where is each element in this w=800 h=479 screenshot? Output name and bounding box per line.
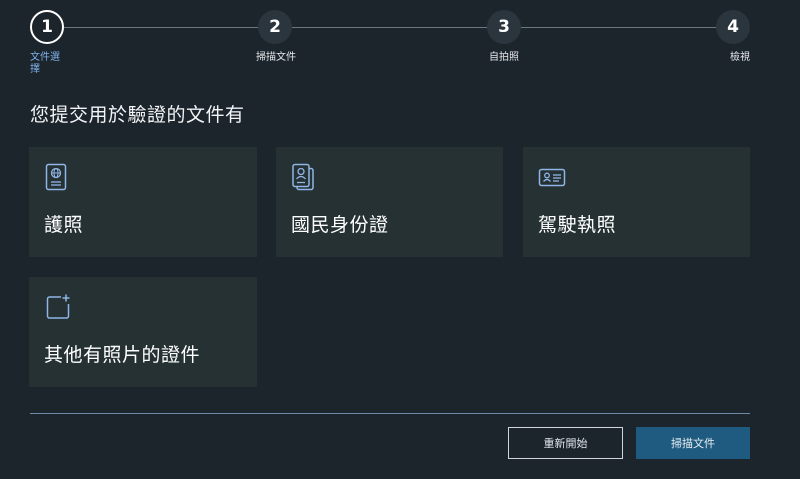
step-4-label: 檢視	[730, 52, 750, 63]
step-3-label: 自拍照	[489, 52, 519, 63]
document-selection-page: 1 文件選擇 2 掃描文件 3 自拍照 4 檢視 您提交用於驗證的文件有 護照	[0, 0, 800, 479]
other-photo-id-label: 其他有照片的證件	[44, 344, 201, 366]
drivers-license-icon	[538, 168, 566, 187]
step-4-indicator: 4	[716, 10, 750, 44]
passport-icon	[45, 163, 67, 191]
progress-stepper: 1 文件選擇 2 掃描文件 3 自拍照 4 檢視	[0, 0, 800, 90]
step-connector	[521, 27, 716, 28]
scan-document-button[interactable]: 掃描文件	[636, 427, 750, 459]
step-3-indicator: 3	[487, 10, 521, 44]
page-title: 您提交用於驗證的文件有	[30, 104, 245, 126]
step-1-number: 1	[41, 17, 53, 37]
id-document-icon	[292, 163, 314, 191]
drivers-license-label: 駕駛執照	[538, 214, 617, 236]
national-id-label: 國民身份證	[291, 214, 389, 236]
national-id-option-card[interactable]: 國民身份證	[276, 147, 503, 257]
drivers-license-option-card[interactable]: 駕駛執照	[523, 147, 750, 257]
step-2-label: 掃描文件	[256, 52, 296, 63]
step-2-indicator: 2	[258, 10, 292, 44]
restart-button[interactable]: 重新開始	[508, 427, 623, 459]
passport-option-card[interactable]: 護照	[29, 147, 257, 257]
step-1-indicator: 1	[30, 10, 64, 44]
step-2-number: 2	[269, 17, 281, 37]
passport-label: 護照	[44, 214, 84, 236]
footer-divider	[30, 413, 750, 414]
step-1-label: 文件選擇	[30, 52, 60, 75]
other-photo-id-option-card[interactable]: 其他有照片的證件	[29, 277, 257, 387]
step-4-number: 4	[727, 17, 739, 37]
add-document-icon	[46, 294, 70, 319]
step-connector	[64, 27, 258, 28]
step-3-number: 3	[498, 17, 510, 37]
step-connector	[292, 27, 487, 28]
